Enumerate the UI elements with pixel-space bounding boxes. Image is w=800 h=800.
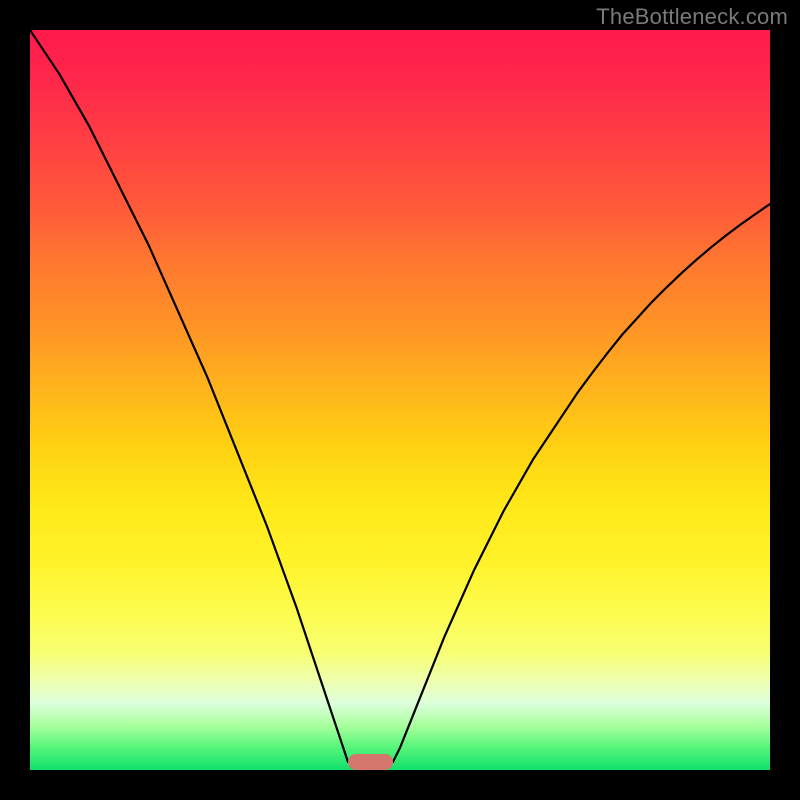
curve-right-branch bbox=[393, 204, 770, 763]
curve-left-branch bbox=[30, 30, 348, 763]
plot-area bbox=[30, 30, 770, 770]
chart-frame: TheBottleneck.com bbox=[0, 0, 800, 800]
watermark-text: TheBottleneck.com bbox=[596, 4, 788, 30]
optimal-range-marker bbox=[348, 754, 392, 770]
bottleneck-curve bbox=[30, 30, 770, 770]
